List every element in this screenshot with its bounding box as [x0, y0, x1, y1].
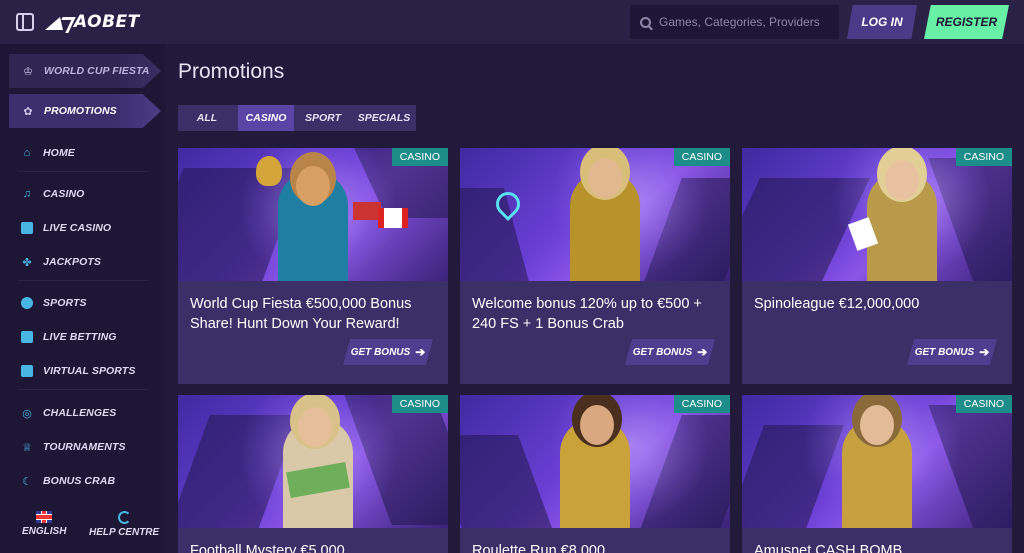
promo-card[interactable]: CASINO Welcome bonus 120% up to €500 + 2… [460, 148, 730, 384]
get-bonus-button[interactable]: GET BONUS ➔ [907, 339, 997, 365]
arrow-right-icon: ➔ [979, 345, 990, 359]
sidebar-banner-label: PROMOTIONS [44, 105, 117, 117]
help-centre-link[interactable]: HELP CENTRE [89, 511, 159, 538]
get-bonus-label: GET BONUS [914, 346, 975, 358]
promo-card-image [742, 148, 1012, 281]
filter-tab-all[interactable]: ALL [178, 105, 236, 131]
sidebar-item-bonus-crab[interactable]: ☾ BONUS CRAB [20, 470, 115, 492]
casino-icon: ♫ [22, 188, 32, 200]
sidebar-banner-world-cup-fiesta[interactable]: ♔ WORLD CUP FIESTA [9, 54, 161, 88]
language-selector[interactable]: ENGLISH [22, 511, 66, 537]
arrow-right-icon: ➔ [415, 345, 426, 359]
sports-icon [20, 296, 34, 310]
category-badge: CASINO [955, 395, 1012, 413]
sidebar-item-label: LIVE CASINO [43, 222, 112, 234]
login-button[interactable]: LOG IN [847, 5, 917, 39]
sidebar-divider [18, 171, 148, 172]
logo-mark-icon [48, 12, 74, 32]
sidebar-item-live-casino[interactable]: LIVE CASINO [20, 217, 111, 239]
logo[interactable]: AOBET [48, 12, 140, 32]
sidebar-item-live-betting[interactable]: LIVE BETTING [20, 326, 117, 348]
promo-card[interactable]: CASINO World Cup Fiesta €500,000 Bonus S… [178, 148, 448, 384]
filter-tab-casino[interactable]: CASINO [238, 105, 294, 131]
gift-icon: ✿ [23, 105, 33, 118]
jackpots-icon: ✤ [22, 256, 32, 269]
uk-flag-icon [36, 511, 53, 523]
register-button[interactable]: REGISTER [924, 5, 1009, 39]
sidebar-item-casino[interactable]: ♫ CASINO [20, 183, 84, 205]
category-badge: CASINO [391, 395, 448, 413]
promo-card-image [178, 395, 448, 528]
sidebar-banner-label: WORLD CUP FIESTA [44, 65, 150, 77]
promo-card-title: Welcome bonus 120% up to €500 + 240 FS +… [472, 296, 702, 332]
get-bonus-label: GET BONUS [632, 346, 693, 358]
sidebar-item-label: VIRTUAL SPORTS [43, 365, 136, 377]
sidebar-item-label: LIVE BETTING [43, 331, 117, 343]
headset-icon [117, 511, 131, 524]
promo-card[interactable]: CASINO Spinoleague €12,000,000 GET BONUS… [742, 148, 1012, 384]
filter-tab-sport[interactable]: SPORT [296, 105, 350, 131]
promo-card-image [178, 148, 448, 281]
promo-card-image [742, 395, 1012, 528]
promo-card-title: Roulette Run €8,000 [472, 543, 606, 553]
search-icon [640, 16, 651, 28]
search-box[interactable] [630, 5, 839, 39]
sidebar-item-tournaments[interactable]: ♕ TOURNAMENTS [20, 436, 126, 458]
bonus-crab-icon: ☾ [22, 475, 32, 488]
category-badge: CASINO [673, 395, 730, 413]
search-input[interactable] [659, 15, 834, 29]
get-bonus-button[interactable]: GET BONUS ➔ [625, 339, 715, 365]
sidebar-item-label: TOURNAMENTS [43, 441, 126, 453]
category-badge: CASINO [391, 148, 448, 166]
promo-card-image [460, 395, 730, 528]
trophy-icon: ♔ [23, 65, 33, 78]
sidebar-item-label: CASINO [43, 188, 85, 200]
promo-card[interactable]: CASINO Roulette Run €8,000 [460, 395, 730, 553]
tournaments-icon: ♕ [22, 441, 32, 454]
category-badge: CASINO [673, 148, 730, 166]
sidebar-item-label: JACKPOTS [43, 256, 101, 268]
promo-card-title: World Cup Fiesta €500,000 Bonus Share! H… [190, 296, 412, 332]
page-title: Promotions [178, 60, 285, 83]
promo-card-title: Spinoleague €12,000,000 [754, 296, 920, 312]
sidebar-item-virtual-sports[interactable]: VIRTUAL SPORTS [20, 360, 135, 382]
challenges-icon: ◎ [22, 407, 32, 420]
category-badge: CASINO [955, 148, 1012, 166]
sidebar-item-home[interactable]: ⌂ HOME [20, 142, 75, 164]
sidebar-item-sports[interactable]: SPORTS [20, 292, 87, 314]
promo-card[interactable]: CASINO Football Mystery €5,000 [178, 395, 448, 553]
sidebar-item-challenges[interactable]: ◎ CHALLENGES [20, 402, 116, 424]
sidebar-item-label: BONUS CRAB [43, 475, 116, 487]
virtual-sports-icon [20, 364, 34, 378]
sidebar-item-label: CHALLENGES [43, 407, 117, 419]
arrow-right-icon: ➔ [697, 345, 708, 359]
sidebar-toggle-icon[interactable] [16, 13, 34, 31]
live-casino-icon [20, 221, 34, 235]
language-label: ENGLISH [22, 526, 67, 537]
promo-card-title: Football Mystery €5,000 [190, 543, 345, 553]
sidebar-item-jackpots[interactable]: ✤ JACKPOTS [20, 251, 101, 273]
get-bonus-button[interactable]: GET BONUS ➔ [343, 339, 433, 365]
promo-card-title: Amusnet CASH BOMB [754, 543, 903, 553]
sidebar-banner-promotions[interactable]: ✿ PROMOTIONS [9, 94, 161, 128]
sidebar: ♔ WORLD CUP FIESTA ✿ PROMOTIONS ⌂ HOME ♫… [0, 44, 165, 553]
live-betting-icon [20, 330, 34, 344]
logo-text: AOBET [74, 12, 140, 32]
sidebar-item-label: HOME [43, 147, 75, 159]
help-centre-label: HELP CENTRE [89, 527, 160, 538]
sidebar-divider [18, 280, 148, 281]
sidebar-divider [18, 389, 148, 390]
promo-card-image [460, 148, 730, 281]
filter-tab-specials[interactable]: SPECIALS [352, 105, 416, 131]
home-icon: ⌂ [23, 147, 31, 159]
get-bonus-label: GET BONUS [350, 346, 411, 358]
promo-card[interactable]: CASINO Amusnet CASH BOMB [742, 395, 1012, 553]
sidebar-item-label: SPORTS [43, 297, 87, 309]
top-bar: AOBET LOG IN REGISTER [0, 0, 1024, 44]
